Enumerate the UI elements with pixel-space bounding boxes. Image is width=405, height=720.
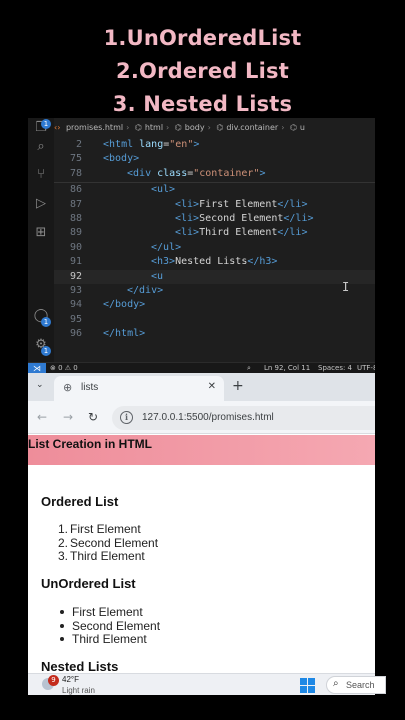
overlay-title-2: 2.Ordered List bbox=[116, 59, 289, 83]
tab-bar: ⌄ ⊕ lists ✕ + bbox=[28, 373, 375, 401]
search-icon: ⌕ bbox=[333, 678, 339, 689]
taskbar-search[interactable]: ⌕ Search bbox=[326, 676, 386, 694]
unordered-list-item: Second Element bbox=[58, 619, 160, 633]
close-icon[interactable]: ✕ bbox=[208, 381, 216, 392]
code-line: 90 </ul> bbox=[69, 241, 182, 253]
breadcrumb-div[interactable]: div.container bbox=[226, 123, 278, 132]
notification-badge: 9 bbox=[48, 675, 59, 686]
browser-toolbar: ← → ↻ i 127.0.0.1:5500/promises.html bbox=[28, 401, 375, 434]
code-line: 78 <div class="container"> bbox=[69, 167, 266, 179]
nested-list-title: Nested Lists bbox=[41, 659, 119, 674]
code-editor-window: ❐ 1 ⌕ ⑂ ▷ ⊞ ◯ 1 ⚙ 1 ‹› promises.html › ⌬ h… bbox=[28, 118, 375, 373]
web-page: List Creation in HTML Ordered List 1. Fir… bbox=[28, 435, 375, 695]
reload-icon[interactable]: ↻ bbox=[88, 410, 98, 424]
code-area[interactable]: 2 <html lang="en"> 75 <body> 78 <div class=… bbox=[54, 138, 375, 341]
page-banner: List Creation in HTML bbox=[28, 435, 375, 465]
unordered-list-item: First Element bbox=[58, 605, 143, 619]
overlay-title-3: 3. Nested Lists bbox=[112, 92, 293, 116]
temperature[interactable]: 42°F bbox=[62, 675, 79, 684]
element-icon: ⌬ bbox=[216, 123, 224, 132]
element-icon: ⌬ bbox=[134, 123, 142, 132]
url-text: 127.0.0.1:5500/promises.html bbox=[142, 412, 274, 423]
code-line: 95 bbox=[69, 313, 82, 325]
new-tab-icon[interactable]: + bbox=[232, 378, 244, 394]
tab-search-icon[interactable]: ⌄ bbox=[36, 380, 44, 390]
address-bar[interactable]: i 127.0.0.1:5500/promises.html bbox=[112, 406, 375, 430]
taskbar: 9 42°F Light rain ⌕ Search bbox=[28, 673, 386, 695]
status-bar: ⋊ ⊗ 0 ⚠ 0 ⌕ Ln 92, Col 11 Spaces: 4 UTF-… bbox=[28, 362, 375, 373]
code-line: 2 <html lang="en"> bbox=[75, 139, 200, 150]
tab-title: lists bbox=[81, 382, 99, 393]
weather-condition: Light rain bbox=[62, 686, 95, 695]
code-line: 75 <body> bbox=[69, 153, 140, 165]
ordered-list-title: Ordered List bbox=[41, 494, 119, 509]
ordered-list-item: 2. Second Element bbox=[58, 536, 159, 550]
page-content: Ordered List 1. First Element 2. Second El… bbox=[28, 465, 375, 695]
mouse-cursor-icon: I bbox=[342, 280, 350, 294]
overlay-title-1: 1.UnOrderedList bbox=[103, 26, 302, 50]
ordered-list-item: 3. Third Element bbox=[58, 549, 145, 563]
code-line: 88 <li>Second Element</li> bbox=[69, 212, 314, 224]
run-debug-icon[interactable]: ▷ bbox=[33, 196, 49, 212]
code-line: 87 <li>First Element</li> bbox=[69, 198, 308, 210]
breadcrumb-u[interactable]: u bbox=[300, 123, 305, 132]
element-icon: ⌬ bbox=[289, 123, 297, 132]
accounts-badge: 1 bbox=[41, 317, 51, 327]
code-line: 91 <h3>Nested Lists</h3> bbox=[69, 256, 278, 268]
breadcrumb-file[interactable]: promises.html bbox=[66, 123, 123, 132]
browser-window: ⌄ ⊕ lists ✕ + ← → ↻ i 127.0.0.1:5500/pro… bbox=[28, 373, 375, 695]
extensions-icon[interactable]: ⊞ bbox=[33, 225, 49, 241]
unordered-list-title: UnOrdered List bbox=[41, 576, 136, 591]
search-icon[interactable]: ⌕ bbox=[33, 139, 49, 155]
back-icon[interactable]: ← bbox=[37, 410, 47, 424]
ordered-list-item: 1. First Element bbox=[58, 522, 141, 536]
html-file-icon: ‹› bbox=[54, 123, 61, 132]
remote-icon[interactable]: ⋊ bbox=[28, 363, 46, 373]
site-info-icon[interactable]: i bbox=[120, 411, 133, 424]
breadcrumb: ‹› promises.html › ⌬ html › ⌬ body › ⌬ div.con… bbox=[54, 123, 305, 132]
code-line-active: 92 <u bbox=[54, 269, 375, 284]
page-heading: List Creation in HTML bbox=[28, 437, 152, 451]
source-control-icon[interactable]: ⑂ bbox=[33, 167, 49, 183]
forward-icon[interactable]: → bbox=[63, 410, 73, 424]
code-line: 96 </html> bbox=[69, 328, 146, 340]
settings-badge: 1 bbox=[41, 346, 51, 356]
code-line: 94 </body> bbox=[69, 299, 146, 311]
breadcrumb-body[interactable]: body bbox=[185, 123, 205, 132]
code-line: 86 <ul> bbox=[69, 184, 176, 196]
globe-icon: ⊕ bbox=[63, 381, 73, 394]
code-line: 89 <li>Third Element</li> bbox=[69, 227, 308, 239]
indentation-status[interactable]: Spaces: 4 bbox=[318, 363, 352, 373]
search-placeholder: Search bbox=[346, 680, 375, 690]
element-icon: ⌬ bbox=[174, 123, 182, 132]
problems-status[interactable]: ⊗ 0 ⚠ 0 bbox=[50, 363, 78, 373]
activity-bar: ❐ 1 ⌕ ⑂ ▷ ⊞ ◯ 1 ⚙ 1 bbox=[28, 118, 54, 362]
browser-tab[interactable]: ⊕ lists ✕ bbox=[54, 376, 224, 401]
explorer-badge: 1 bbox=[41, 119, 51, 129]
breadcrumb-html[interactable]: html bbox=[145, 123, 163, 132]
cursor-position[interactable]: Ln 92, Col 11 bbox=[264, 363, 310, 373]
unordered-list-item: Third Element bbox=[58, 632, 147, 646]
zoom-icon[interactable]: ⌕ bbox=[247, 363, 251, 373]
encoding-status[interactable]: UTF-8 bbox=[357, 363, 375, 373]
windows-start-icon[interactable] bbox=[300, 678, 316, 694]
code-line: 93 </div> bbox=[69, 284, 164, 296]
